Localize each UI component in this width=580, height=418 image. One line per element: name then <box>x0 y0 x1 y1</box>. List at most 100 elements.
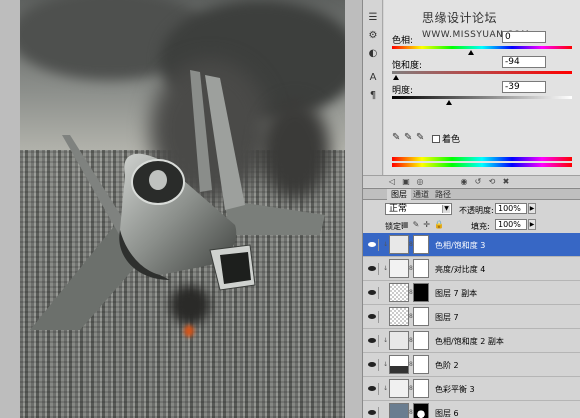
tab-layers[interactable]: 图层 <box>387 189 411 200</box>
jet-tail-fin-far <box>62 135 130 236</box>
layers-list: ↓ 8 色相/饱和度 3 ↓ 8 亮度/对比度 4 8 图层 7 副本 8 图层… <box>363 233 580 418</box>
visibility-icon[interactable]: ◉ <box>459 177 469 186</box>
reset-icon[interactable]: ⟲ <box>487 177 497 186</box>
layer-mask-thumb <box>413 379 429 398</box>
eye-icon[interactable] <box>367 335 379 347</box>
layer-mask-thumb <box>413 259 429 278</box>
layer-thumb <box>389 283 409 302</box>
color-balance-thumb <box>389 379 409 398</box>
document-canvas-area[interactable] <box>0 0 362 418</box>
right-panels: ☰ ⚙ ◐ A ¶ 思缘设计论坛 WWW.MISSYUAN.COM 色相: 0 … <box>362 0 580 418</box>
eye-icon[interactable] <box>367 407 379 418</box>
layer-name: 色彩平衡 3 <box>435 385 475 394</box>
levels-icon[interactable]: ☰ <box>367 12 379 24</box>
layer-mask-thumb <box>413 403 429 418</box>
blend-mode-value: 正常 <box>389 204 408 214</box>
layer-name: 图层 6 <box>435 409 459 418</box>
eye-icon[interactable] <box>367 383 379 395</box>
layer-row[interactable]: 8 图层 7 副本 <box>363 281 580 305</box>
pilot-helmet <box>149 170 167 190</box>
output-hue-bar <box>392 163 572 167</box>
fill-arrow-icon[interactable]: ▶ <box>528 219 536 230</box>
tab-channels[interactable]: 通道 <box>409 189 433 200</box>
saturation-slider-thumb[interactable] <box>393 75 399 80</box>
delete-icon[interactable]: ✖ <box>501 177 511 186</box>
chevron-down-icon: ▼ <box>442 205 450 213</box>
eye-icon[interactable] <box>367 263 379 275</box>
layer-mask-thumb <box>413 283 429 302</box>
eyedropper-icon[interactable]: ✎ <box>392 133 402 143</box>
photoshop-window: ☰ ⚙ ◐ A ¶ 思缘设计论坛 WWW.MISSYUAN.COM 色相: 0 … <box>0 0 580 418</box>
layer-thumb <box>389 403 409 418</box>
fill-label: 填充: <box>471 222 490 231</box>
hue-icon[interactable]: ◐ <box>367 48 379 60</box>
levels-adjustment-thumb <box>389 355 409 374</box>
hue-sat-adjustment-thumb <box>389 235 409 254</box>
layers-panel: 图层 通道 路径 正常 ▼ 不透明度: 100% ▶ 锁定: ▦ ✎ ✛ 🔒 填… <box>363 188 580 418</box>
hue-slider-track[interactable] <box>392 46 572 49</box>
blend-mode-select[interactable]: 正常 ▼ <box>385 203 452 215</box>
lightness-input[interactable]: -39 <box>502 81 546 93</box>
document-image[interactable] <box>20 0 345 418</box>
back-icon[interactable]: ◁ <box>387 177 397 186</box>
layer-row[interactable]: ↓ 8 色彩平衡 3 <box>363 377 580 401</box>
clip-icon[interactable]: ◎ <box>415 177 425 186</box>
lock-move-icon[interactable]: ✛ <box>423 220 430 229</box>
hue-sat-adjustment-thumb <box>389 331 409 350</box>
jet-intake-opening <box>220 252 251 284</box>
hue-saturation-panel: 思缘设计论坛 WWW.MISSYUAN.COM 色相: 0 饱和度: -94 明… <box>384 0 580 185</box>
layer-row[interactable]: 8 图层 7 <box>363 305 580 329</box>
text-tool-icon[interactable]: A <box>367 72 379 84</box>
lightness-slider-thumb[interactable] <box>446 100 452 105</box>
adjustments-footer: ◁ ▣ ◎ ◉ ↺ ⟲ ✖ <box>363 175 580 187</box>
eyedropper-minus-icon[interactable]: ✎ <box>416 133 426 143</box>
layer-row[interactable]: ↓ 8 色阶 2 <box>363 353 580 377</box>
hue-slider-thumb[interactable] <box>468 50 474 55</box>
previous-state-icon[interactable]: ↺ <box>473 177 483 186</box>
input-hue-bar <box>392 157 572 161</box>
hue-input[interactable]: 0 <box>502 31 546 43</box>
saturation-input[interactable]: -94 <box>502 56 546 68</box>
lock-paint-icon[interactable]: ✎ <box>413 220 420 229</box>
brightness-contrast-thumb <box>389 259 409 278</box>
layer-name: 图层 7 <box>435 313 459 322</box>
layer-row[interactable]: 8 图层 6 <box>363 401 580 418</box>
watermark: 思缘设计论坛 WWW.MISSYUAN.COM <box>422 9 580 40</box>
lightness-label: 明度: <box>392 86 414 96</box>
eye-icon[interactable] <box>367 239 379 251</box>
layer-mask-thumb <box>413 235 429 254</box>
hue-label: 色相: <box>392 36 414 46</box>
layer-mask-thumb <box>413 355 429 374</box>
opacity-input[interactable]: 100% <box>495 203 527 214</box>
tab-paths[interactable]: 路径 <box>431 189 455 200</box>
lock-icons: ▦ ✎ ✛ 🔒 <box>401 220 444 229</box>
eye-icon[interactable] <box>367 287 379 299</box>
layer-mask-thumb <box>413 307 429 326</box>
layer-name: 图层 7 副本 <box>435 289 478 298</box>
paragraph-icon[interactable]: ¶ <box>367 90 379 102</box>
layer-row[interactable]: ↓ 8 亮度/对比度 4 <box>363 257 580 281</box>
colorize-label: 着色 <box>442 135 461 145</box>
eye-icon[interactable] <box>367 359 379 371</box>
layer-row[interactable]: ↓ 8 色相/饱和度 3 <box>363 233 580 257</box>
fighter-jet <box>30 70 325 330</box>
opacity-arrow-icon[interactable]: ▶ <box>528 203 536 214</box>
colorize-checkbox[interactable] <box>432 134 440 143</box>
layer-thumb <box>389 307 409 326</box>
expand-icon[interactable]: ▣ <box>401 177 411 186</box>
layers-panel-tabs: 图层 通道 路径 <box>363 189 580 200</box>
curves-icon[interactable]: ⚙ <box>367 30 379 42</box>
layer-name: 亮度/对比度 4 <box>435 265 486 274</box>
colorize-option[interactable]: 着色 <box>432 132 460 145</box>
layer-row[interactable]: ↓ 8 色相/饱和度 2 副本 <box>363 329 580 353</box>
lock-transparent-icon[interactable]: ▦ <box>401 220 409 229</box>
panel-icon-rail: ☰ ⚙ ◐ A ¶ <box>363 0 383 185</box>
lock-all-icon[interactable]: 🔒 <box>434 220 444 229</box>
lightness-slider-track[interactable] <box>392 96 572 99</box>
saturation-slider-track[interactable] <box>392 71 572 74</box>
fill-input[interactable]: 100% <box>495 219 527 230</box>
eye-icon[interactable] <box>367 311 379 323</box>
layer-name: 色相/饱和度 2 副本 <box>435 337 504 346</box>
saturation-label: 饱和度: <box>392 61 423 71</box>
eyedropper-plus-icon[interactable]: ✎ <box>404 133 414 143</box>
